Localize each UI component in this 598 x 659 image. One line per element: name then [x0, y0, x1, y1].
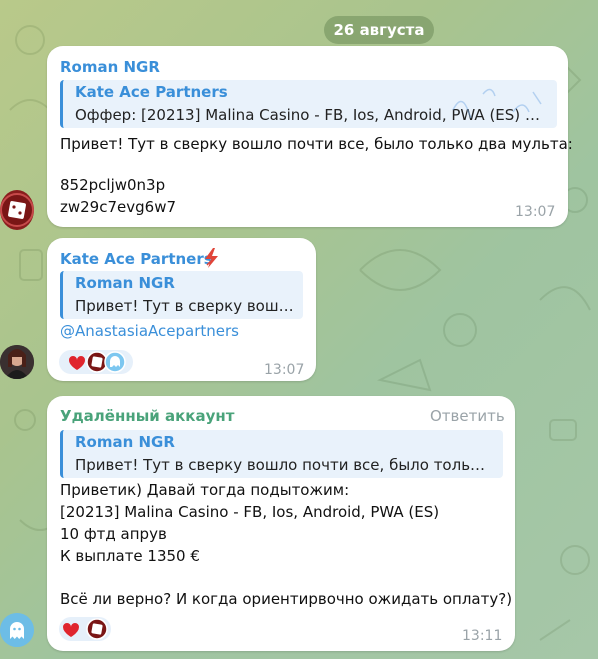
message-kate[interactable]: Kate Ace Partners Roman NGR Привет! Тут … [47, 238, 316, 381]
reply-quote-name: Roman NGR [75, 274, 175, 292]
reply-action-button[interactable]: Ответить [430, 407, 505, 425]
message-deleted-account[interactable]: Удалённый аккаунт Ответить Roman NGR При… [47, 396, 515, 651]
message-line: Всё ли верно? И когда ориентирвочно ожид… [60, 590, 513, 608]
message-line: Привет! Тут в сверку вошло почти все, бы… [60, 135, 573, 153]
reactions[interactable] [59, 350, 133, 374]
message-line: К выплате 1350 € [60, 547, 200, 565]
message-roman[interactable]: Roman NGR Kate Ace Partners Оффер: [2021… [47, 46, 573, 227]
sender-name[interactable]: Roman NGR [60, 58, 160, 76]
reply-quote-name: Roman NGR [75, 433, 175, 451]
ghost-avatar-icon [110, 356, 120, 367]
date-separator: 26 августа [324, 16, 434, 44]
sender-name[interactable]: Удалённый аккаунт [60, 407, 234, 425]
sender-name[interactable]: Kate Ace Partners [60, 250, 213, 268]
avatar-kate[interactable] [0, 345, 34, 379]
dice-logo-icon [0, 193, 34, 227]
reaction-icons [59, 617, 111, 641]
reply-quote-name: Kate Ace Partners [75, 83, 228, 101]
message-line: 852pcljw0n3p [60, 176, 166, 194]
shoes-pattern-icon [452, 88, 542, 119]
message-line: [20213] Malina Casino - FB, Ios, Android… [60, 503, 440, 521]
reply-quote[interactable]: Roman NGR Привет! Тут в сверку вошло поч… [60, 430, 503, 478]
reply-quote[interactable]: Roman NGR Привет! Тут в сверку вошл... [60, 271, 303, 319]
message-time: 13:07 [264, 362, 305, 378]
reaction-icons [59, 350, 133, 374]
person-photo-icon [0, 345, 34, 379]
reply-quote-text: Привет! Тут в сверку вошло почти все, бы… [75, 456, 493, 474]
reply-quote[interactable]: Kate Ace Partners Оффер: [20213] Malina … [60, 80, 557, 128]
reply-quote-text: Привет! Тут в сверку вошл... [75, 297, 297, 315]
message-time: 13:07 [515, 204, 556, 220]
message-line: zw29c7evg6w7 [60, 198, 177, 216]
ghost-avatar-icon [0, 613, 34, 647]
message-line: 10 фтд апрув [60, 525, 167, 543]
mention-link[interactable]: @AnastasiaAcepartners [60, 320, 239, 343]
message-time: 13:11 [462, 628, 503, 644]
avatar-deleted-account[interactable] [0, 613, 34, 647]
message-line: Приветик) Давай тогда подытожим: [60, 481, 350, 499]
lightning-badge-icon [205, 248, 218, 268]
reactions[interactable] [59, 617, 111, 641]
avatar-roman[interactable] [0, 190, 34, 230]
